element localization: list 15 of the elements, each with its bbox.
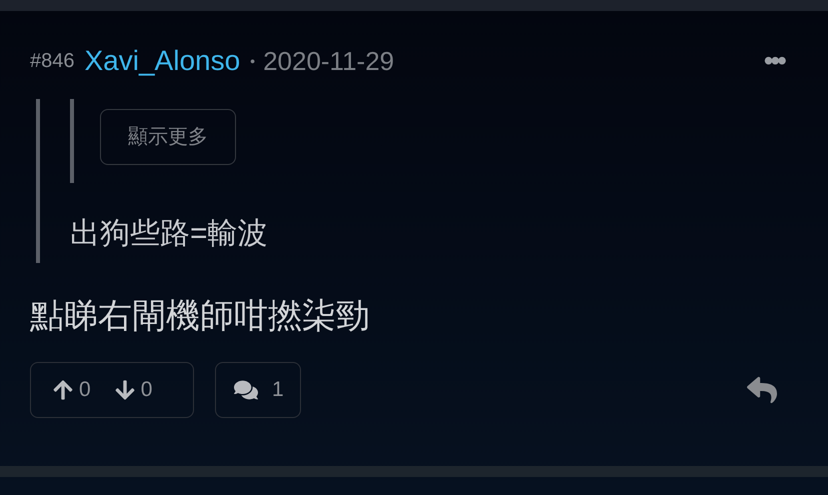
more-button[interactable]: ••• [764, 40, 784, 82]
post-date: 2020-11-29 [263, 44, 394, 78]
replies-button[interactable]: 1 [215, 362, 301, 418]
comments-icon [234, 379, 258, 401]
upvote-count: 0 [79, 377, 91, 404]
upvote-icon[interactable] [53, 379, 73, 401]
separator-dot: • [250, 52, 256, 70]
author-name[interactable]: Xavi_Alonso [84, 40, 240, 82]
show-more-button[interactable]: 顯示更多 [100, 109, 236, 165]
downvote-icon[interactable] [114, 379, 135, 401]
reply-icon[interactable] [744, 375, 780, 405]
downvote-count: 0 [140, 377, 152, 404]
post-body: 點睇右閘機師咁撚柒勁 [30, 296, 371, 337]
post-number: #846 [30, 49, 74, 74]
quoted-text: 出狗些路=輸波 [70, 216, 269, 252]
